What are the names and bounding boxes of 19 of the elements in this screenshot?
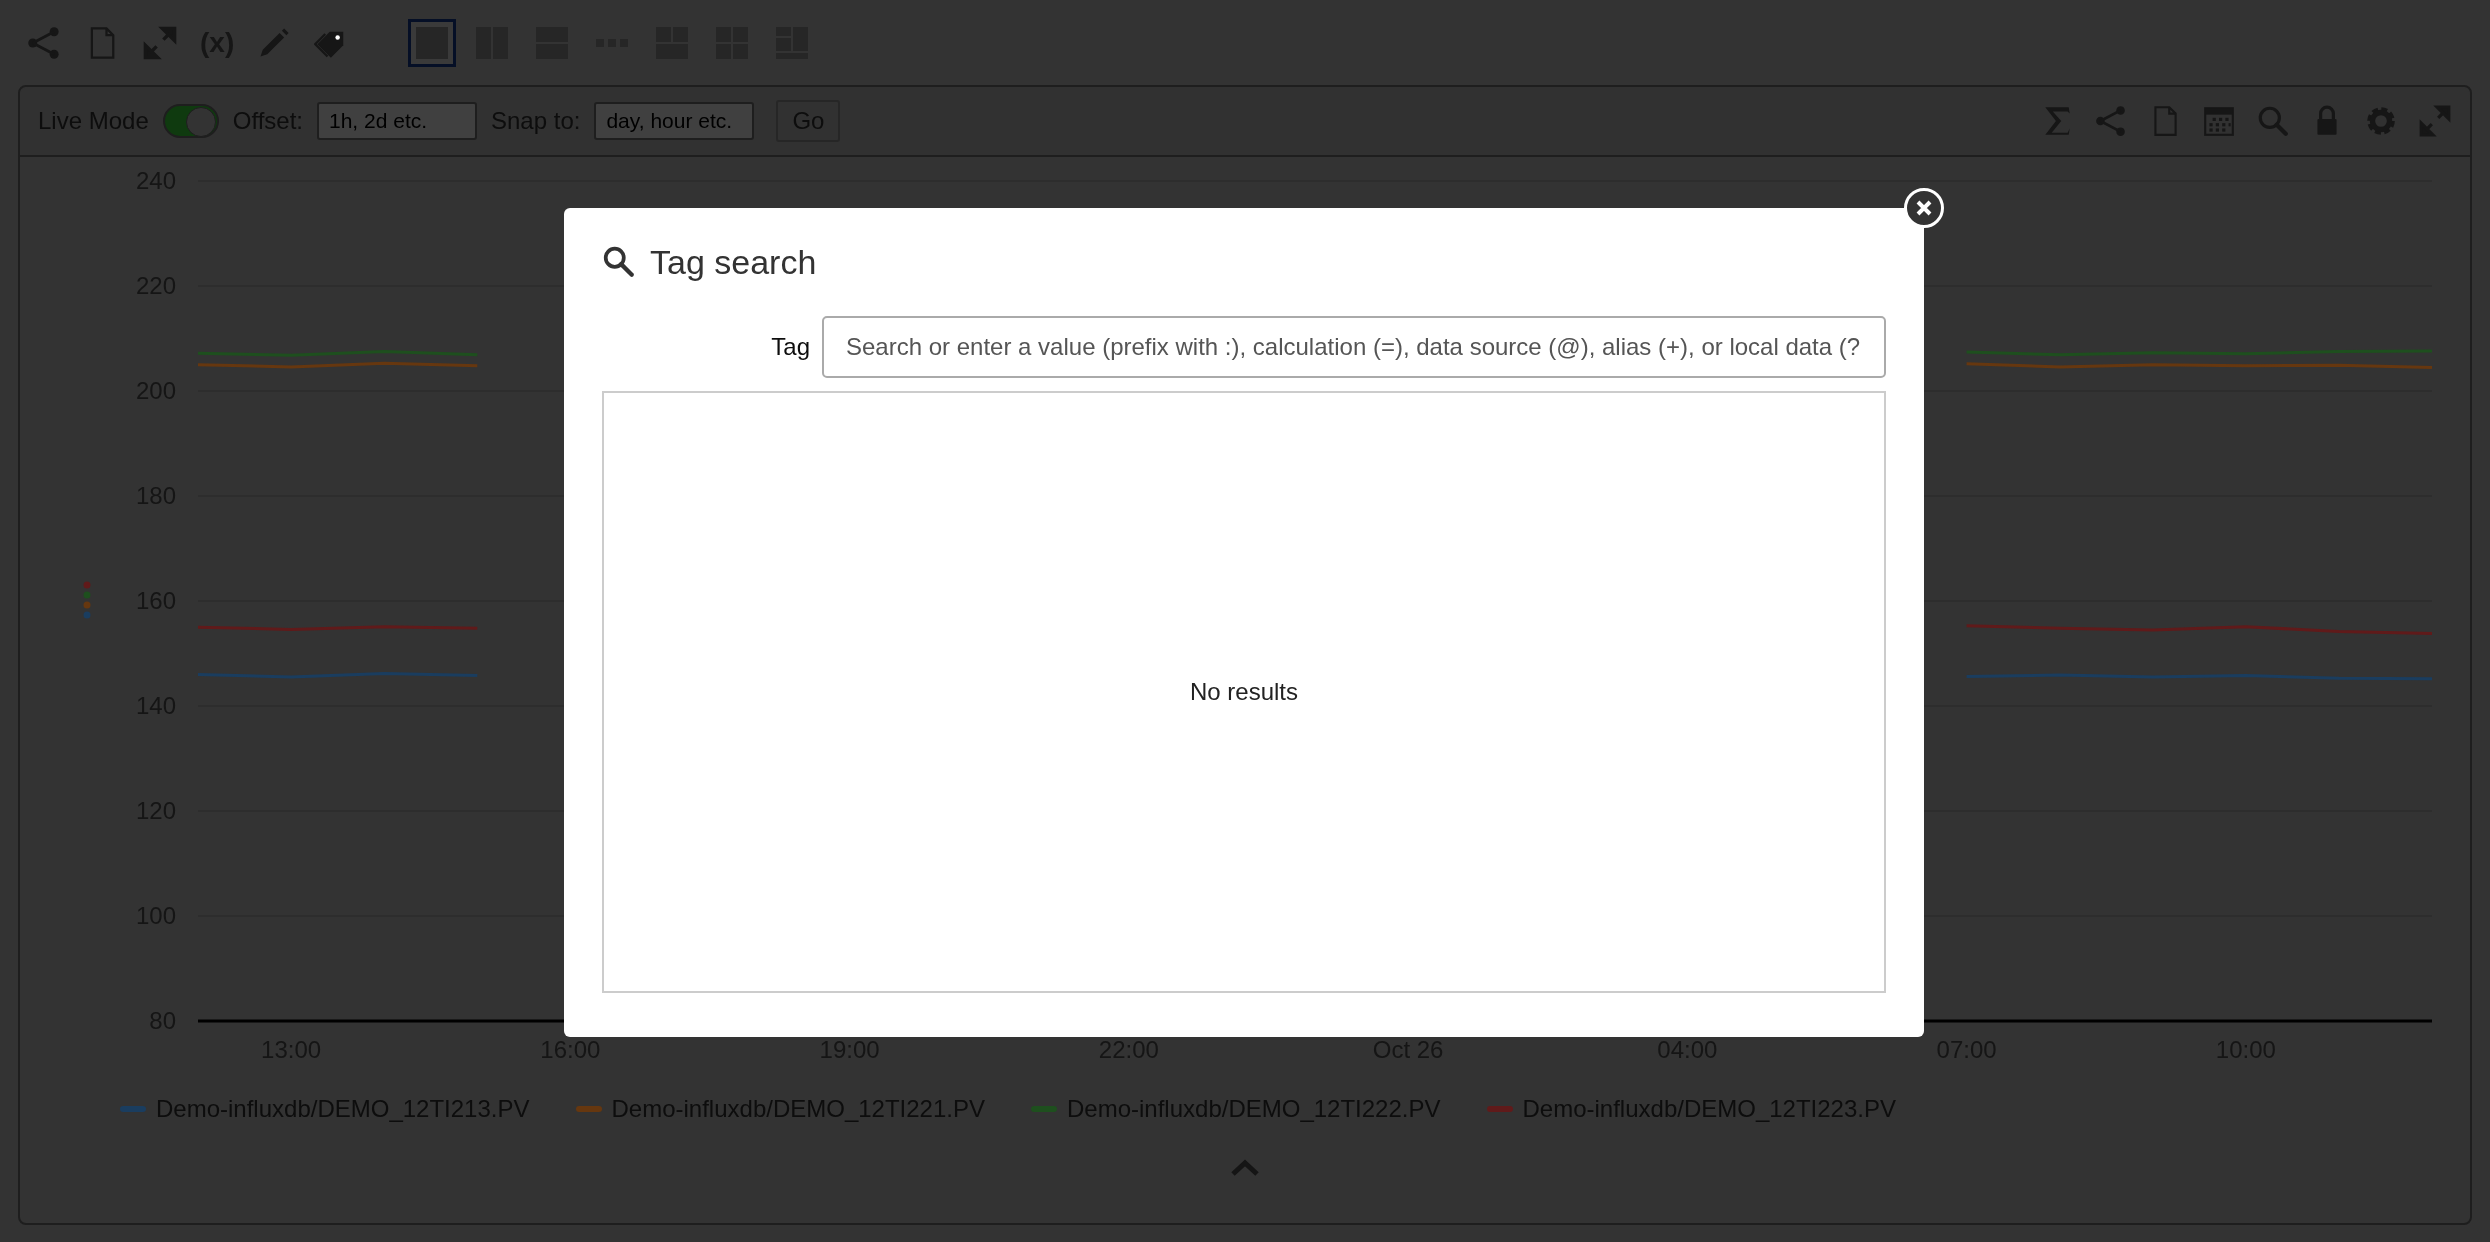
dialog-title: Tag search	[650, 242, 817, 282]
live-mode-toggle[interactable]	[162, 104, 219, 138]
expand-icon[interactable]	[2418, 104, 2452, 138]
search-icon	[602, 245, 636, 279]
share-icon[interactable]	[26, 24, 62, 61]
snap-field[interactable]: day, hour etc.	[594, 102, 755, 140]
close-icon	[1914, 198, 1934, 218]
search-icon[interactable]	[2256, 104, 2290, 138]
series-dots-icon	[83, 581, 91, 619]
empty-message: No results	[1189, 678, 1298, 706]
search-field[interactable]: Search or enter a value (prefix with :), calculation (=), data source (@), alias (+), or local data (?	[822, 316, 1886, 378]
offset-field[interactable]: 1h, 2d etc.	[317, 102, 477, 140]
share-icon[interactable]	[2094, 104, 2128, 138]
settings-icon[interactable]	[2364, 104, 2398, 138]
layout-button[interactable]	[408, 18, 457, 67]
caret-icon[interactable]	[1230, 1159, 1260, 1177]
calendar-icon[interactable]	[2202, 104, 2236, 138]
expand-icon[interactable]	[142, 24, 178, 61]
tag-label: Tag	[770, 333, 810, 361]
